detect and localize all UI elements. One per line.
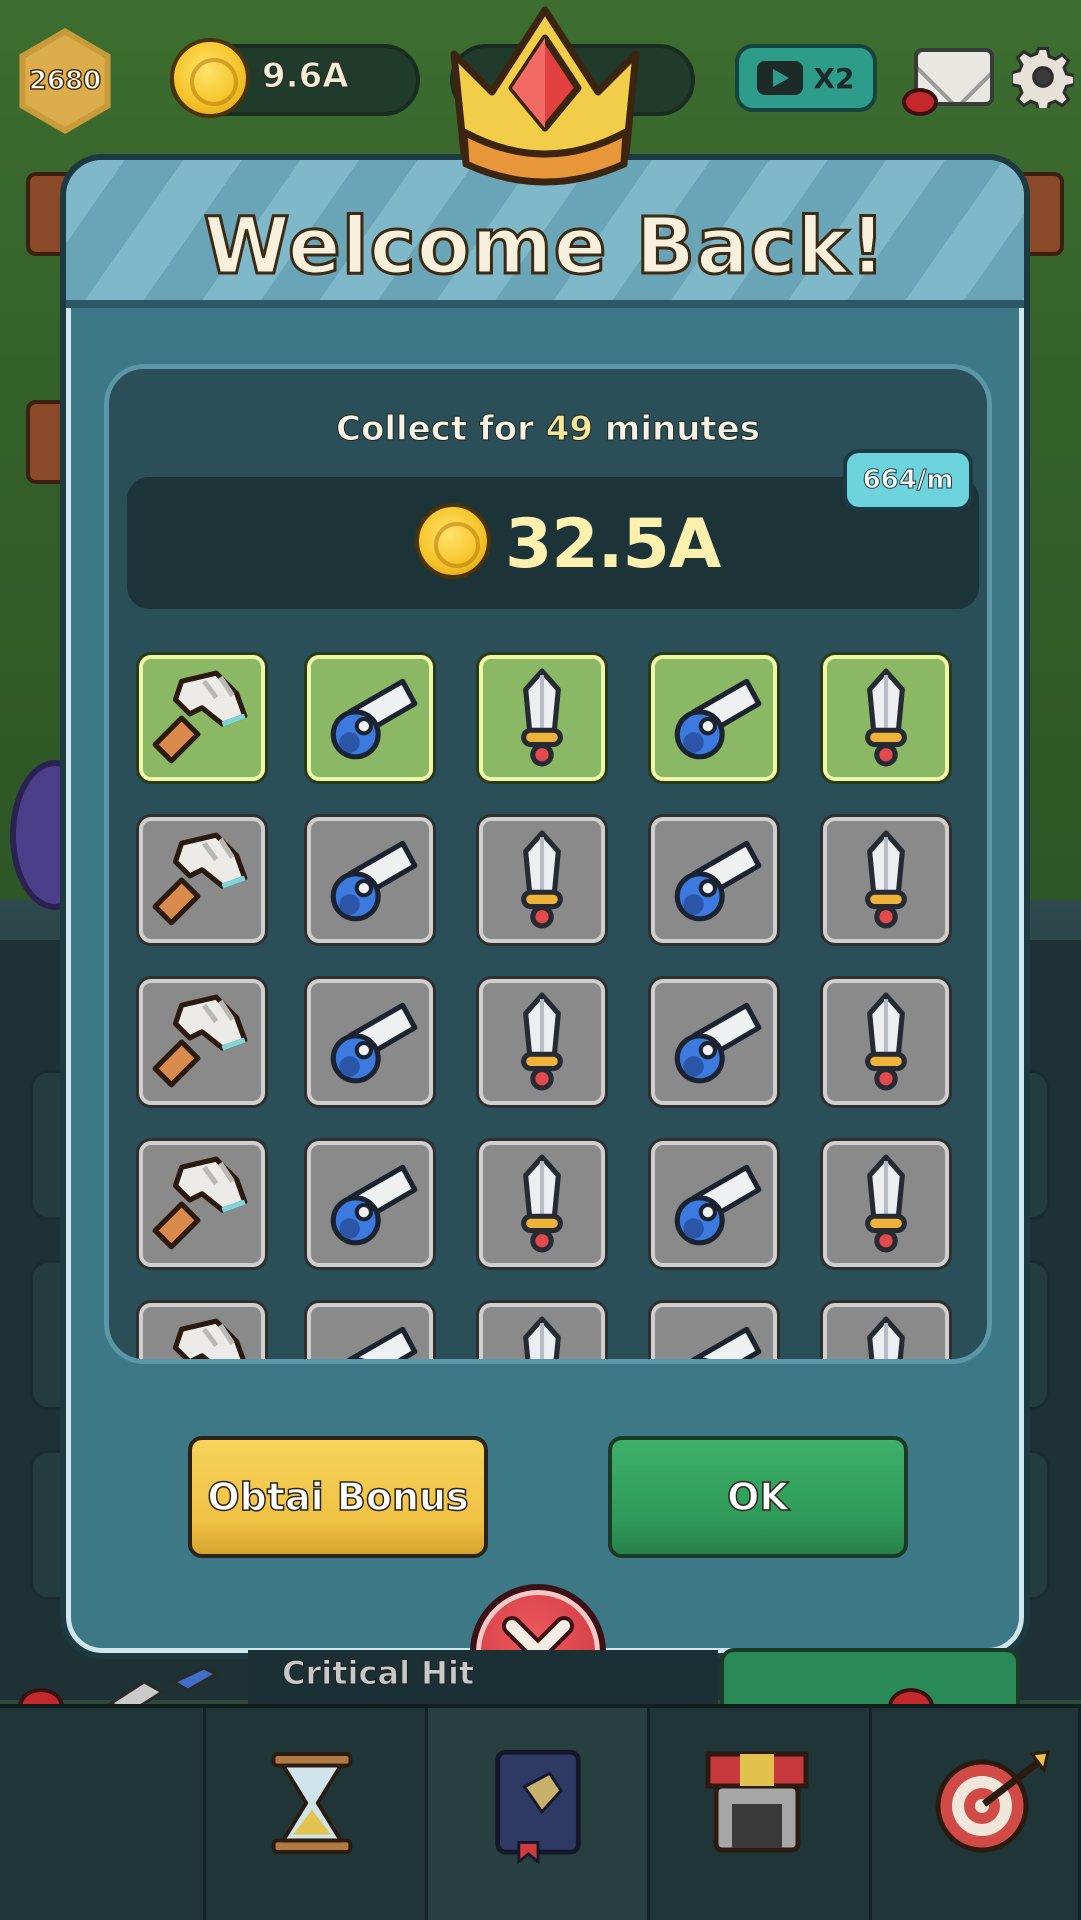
sword-icon — [521, 830, 563, 929]
cannon-icon — [330, 678, 418, 760]
sword-icon — [865, 668, 907, 767]
reward-item-tile[interactable] — [307, 817, 433, 943]
cannon-icon — [674, 840, 762, 922]
gear-icon[interactable] — [1012, 46, 1074, 108]
hammer-icon — [172, 1318, 246, 1359]
reward-item-tile[interactable] — [823, 817, 949, 943]
reward-item-tile[interactable] — [651, 655, 777, 781]
ad-x2-button[interactable]: X2 — [735, 44, 877, 112]
reward-item-tile[interactable] — [307, 655, 433, 781]
sword-icon — [521, 668, 563, 767]
sword-icon — [865, 1154, 907, 1253]
hammer-icon — [152, 670, 248, 764]
nav-tab-target[interactable] — [872, 1708, 1081, 1920]
reward-item-tile[interactable] — [479, 817, 605, 943]
sword-icon — [865, 992, 907, 1091]
reward-item-tile[interactable] — [651, 817, 777, 943]
video-play-icon — [757, 61, 804, 95]
notification-dot — [902, 88, 938, 116]
offline-rewards-panel: Collect for 49 minutes 32.5A 664/m — [104, 364, 992, 1364]
reward-item-tile[interactable] — [651, 1141, 777, 1267]
cannon-icon — [690, 1326, 762, 1359]
cannon-icon — [674, 1164, 762, 1246]
reward-item-tile[interactable] — [139, 1303, 265, 1359]
reward-item-tile[interactable] — [307, 979, 433, 1105]
reward-item-tile[interactable] — [823, 979, 949, 1105]
skill-label: Critical Hit — [281, 1654, 475, 1693]
reward-item-tile[interactable] — [479, 1303, 605, 1359]
ok-button[interactable]: OK — [608, 1436, 908, 1558]
shop-icon — [705, 1751, 809, 1853]
target-icon — [935, 1750, 1050, 1853]
reward-item-tile[interactable] — [823, 1303, 949, 1359]
cannon-icon — [674, 678, 762, 760]
sword-icon — [865, 830, 907, 929]
reward-item-tile[interactable] — [651, 1303, 777, 1359]
hammer-icon — [152, 832, 248, 926]
nav-tab-shop[interactable] — [650, 1708, 872, 1920]
reward-item-tile[interactable] — [651, 979, 777, 1105]
hourglass-icon — [271, 1752, 353, 1854]
sword-icon — [867, 1316, 905, 1359]
nav-tab-hourglass[interactable] — [206, 1708, 428, 1920]
hammer-icon — [152, 994, 248, 1088]
sword-icon — [521, 1154, 563, 1253]
cannon-icon — [330, 1002, 418, 1084]
item-grid — [109, 369, 987, 1359]
reward-item-tile[interactable] — [479, 979, 605, 1105]
reward-item-tile[interactable] — [139, 1141, 265, 1267]
bottom-navigation — [0, 1704, 1081, 1920]
obtain-bonus-button[interactable]: Obtai Bonus — [188, 1436, 488, 1558]
x2-label: X2 — [813, 61, 855, 95]
reward-item-tile[interactable] — [823, 1141, 949, 1267]
reward-item-tile[interactable] — [139, 817, 265, 943]
reward-item-tile[interactable] — [479, 1141, 605, 1267]
cannon-icon — [346, 1326, 418, 1359]
cannon-icon — [330, 1164, 418, 1246]
welcome-back-dialog: Welcome Back! Collect for 49 minutes 32.… — [60, 154, 1030, 1659]
reward-item-tile[interactable] — [479, 655, 605, 781]
gem-count-text: 2680 — [25, 35, 105, 127]
reward-item-tile[interactable] — [139, 979, 265, 1105]
nav-slot — [0, 1708, 206, 1920]
dialog-title: Welcome Back! — [202, 201, 887, 294]
sword-icon — [523, 1316, 561, 1359]
reward-item-tile[interactable] — [139, 655, 265, 781]
reward-item-tile[interactable] — [823, 655, 949, 781]
cannon-icon — [674, 1002, 762, 1084]
sword-icon — [521, 992, 563, 1091]
reward-item-tile[interactable] — [307, 1303, 433, 1359]
nav-tab-book[interactable] — [428, 1708, 650, 1920]
crown-icon — [450, 6, 640, 186]
cannon-icon — [330, 840, 418, 922]
coin-count-text: 9.6A — [262, 56, 350, 97]
reward-item-tile[interactable] — [307, 1141, 433, 1267]
hammer-icon — [152, 1156, 248, 1250]
background-green-button — [720, 1648, 1020, 1708]
book-icon — [495, 1749, 581, 1865]
coin-icon — [170, 38, 250, 118]
